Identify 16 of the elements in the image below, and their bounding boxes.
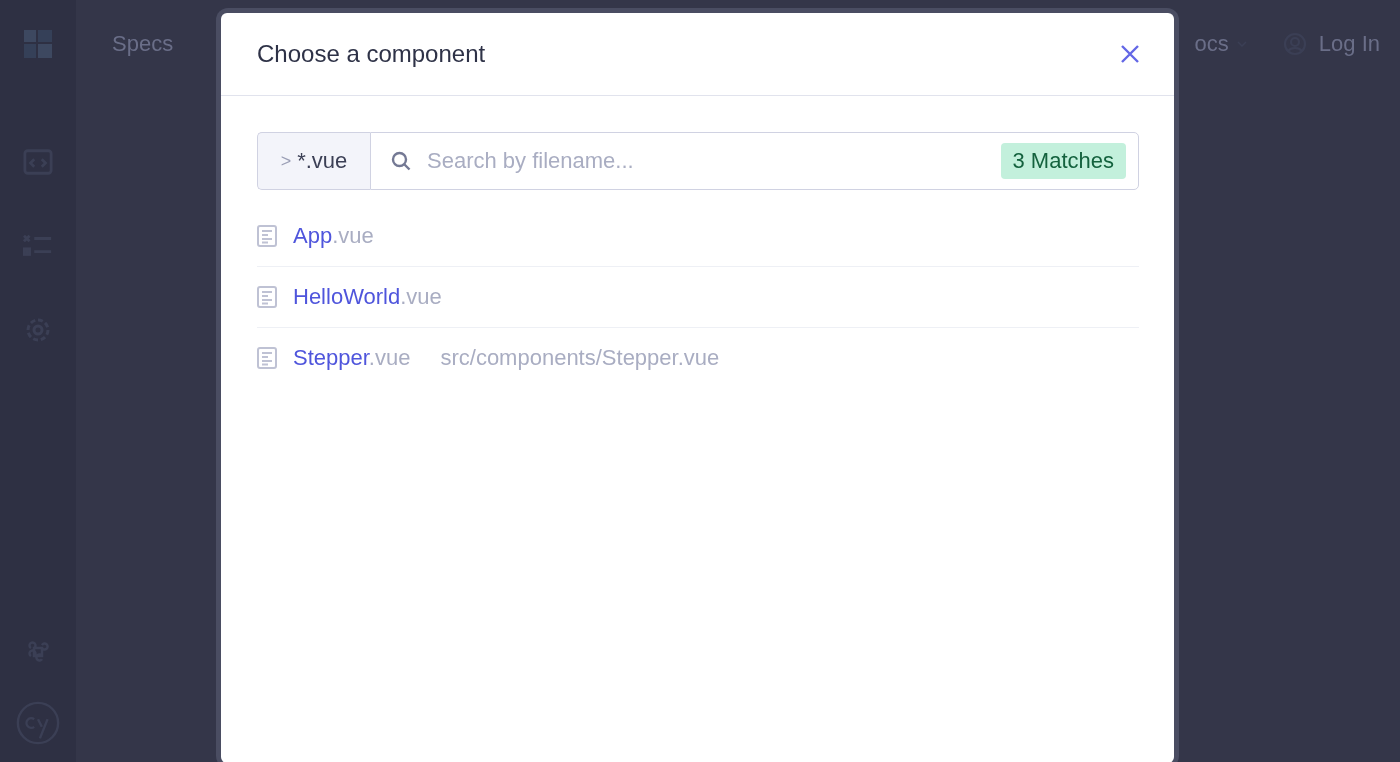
search-icon xyxy=(391,151,411,171)
dialog-title: Choose a component xyxy=(257,40,486,68)
match-count-badge: 3 Matches xyxy=(1000,143,1126,179)
file-name-link[interactable]: App.vue xyxy=(293,223,374,249)
file-name-link[interactable]: Stepper.vue xyxy=(293,345,411,371)
file-filter-button[interactable]: > *.vue xyxy=(257,132,370,190)
chevron-icon: > xyxy=(280,150,292,172)
document-icon xyxy=(257,347,277,369)
document-icon xyxy=(257,225,277,247)
document-icon xyxy=(257,286,277,308)
file-name-link[interactable]: HelloWorld.vue xyxy=(293,284,442,310)
grid-logo-icon xyxy=(23,30,53,58)
search-field[interactable]: Search by filename... 3 Matches xyxy=(370,132,1139,190)
close-button[interactable] xyxy=(1120,44,1140,64)
file-path: src/components/Stepper.vue xyxy=(440,345,720,371)
filter-value: *.vue xyxy=(297,148,348,174)
